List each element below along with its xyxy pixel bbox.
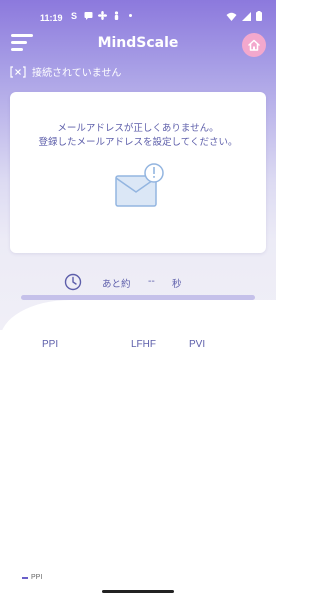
- battery-icon: [256, 11, 262, 24]
- wifi-icon: [226, 12, 237, 24]
- clock-icon: [64, 273, 82, 291]
- legend-label: PPI: [31, 574, 43, 581]
- message-icon: [84, 11, 93, 20]
- message-card: メールアドレスが正しくありません。 登録したメールアドレスを設定してください。: [10, 92, 266, 253]
- timer-row: あと約 -- 秒: [64, 272, 224, 292]
- timer-prefix: あと約: [102, 279, 131, 290]
- progress-bar: [21, 295, 255, 300]
- chart-legend: PPI: [22, 574, 42, 581]
- status-icons-right: [226, 11, 262, 24]
- signal-icon: [242, 11, 251, 24]
- card-message-line1: メールアドレスが正しくありません。: [57, 123, 219, 134]
- connection-status-text: 接続されていません: [32, 68, 122, 79]
- app-title: MindScale: [97, 35, 179, 51]
- status-time: 11:19: [40, 13, 63, 23]
- timer-value: --: [148, 276, 155, 287]
- home-icon: [248, 39, 260, 51]
- status-bar: 11:19 S: [0, 0, 276, 36]
- s-icon: S: [70, 11, 79, 21]
- home-indicator[interactable]: [102, 590, 174, 593]
- dot-icon: [126, 11, 135, 20]
- disconnected-icon: [10, 65, 26, 78]
- connection-status: 接続されていません: [10, 64, 121, 79]
- metric-label-pvi: PVI: [189, 339, 206, 350]
- metric-label-lfhf: LFHF: [131, 339, 156, 350]
- card-message: メールアドレスが正しくありません。 登録したメールアドレスを設定してください。: [10, 122, 266, 150]
- status-icons-left: S: [70, 11, 135, 21]
- card-message-line2: 登録したメールアドレスを設定してください。: [38, 137, 238, 148]
- home-button[interactable]: [242, 33, 266, 57]
- person-icon: [112, 11, 121, 20]
- timer-unit: 秒: [172, 279, 182, 290]
- svg-text:S: S: [71, 11, 77, 20]
- legend-swatch: [22, 576, 28, 579]
- mail-alert-icon: [114, 162, 166, 214]
- content-background: [0, 300, 276, 370]
- fan-icon: [98, 11, 107, 20]
- metric-label-ppi: PPI: [42, 339, 59, 350]
